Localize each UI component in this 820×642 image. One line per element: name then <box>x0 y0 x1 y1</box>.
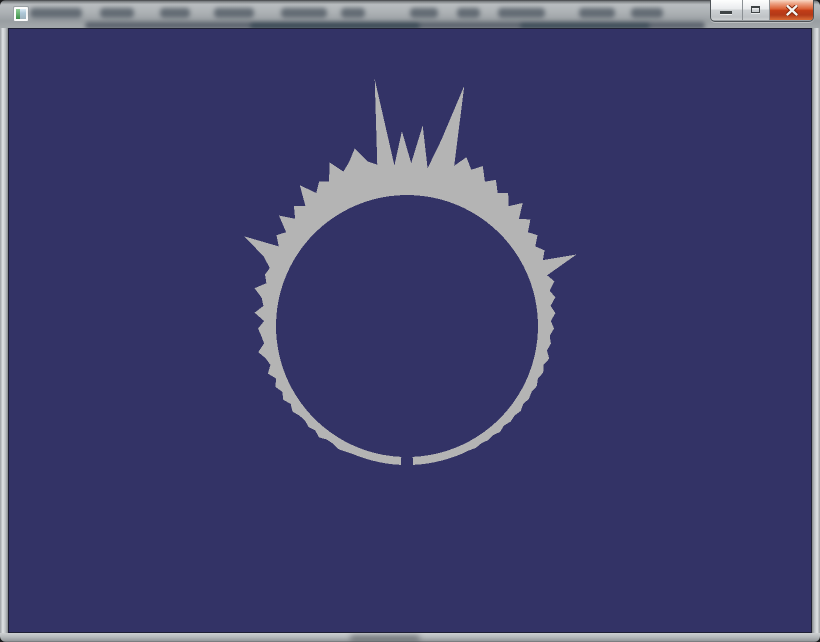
maximize-icon <box>751 6 760 13</box>
blurred-menu-ghost <box>457 8 480 18</box>
blurred-menu-ghost <box>579 8 615 18</box>
blurred-title-ghost <box>30 8 82 18</box>
window-controls <box>710 0 814 22</box>
desktop-backdrop <box>0 0 820 642</box>
blurred-menu-ghost <box>160 8 190 18</box>
titlebar[interactable] <box>0 0 820 28</box>
blurred-border-ghost <box>350 635 420 641</box>
maximize-button[interactable] <box>742 0 769 20</box>
blurred-menu-ghost <box>214 8 254 18</box>
minimize-button[interactable] <box>711 0 742 20</box>
blurred-menu-ghost <box>498 8 545 18</box>
radial-spectrum-path <box>244 79 576 465</box>
app-window <box>0 0 820 642</box>
blurred-menu-ghost <box>631 8 663 18</box>
blurred-menu-ghost <box>341 8 365 18</box>
canvas <box>8 28 812 633</box>
window-border-right <box>812 28 820 633</box>
app-icon[interactable] <box>13 6 29 22</box>
window-border-left <box>0 28 8 633</box>
app-icon-art <box>16 9 26 19</box>
blurred-menu-ghost <box>410 8 438 18</box>
close-icon <box>786 5 798 16</box>
radial-spectrum-visualization <box>8 28 812 633</box>
close-button[interactable] <box>769 0 813 20</box>
window-border-bottom <box>0 633 820 642</box>
minimize-icon <box>720 11 732 14</box>
blurred-menu-ghost <box>100 8 134 18</box>
blurred-menu-ghost <box>281 8 327 18</box>
